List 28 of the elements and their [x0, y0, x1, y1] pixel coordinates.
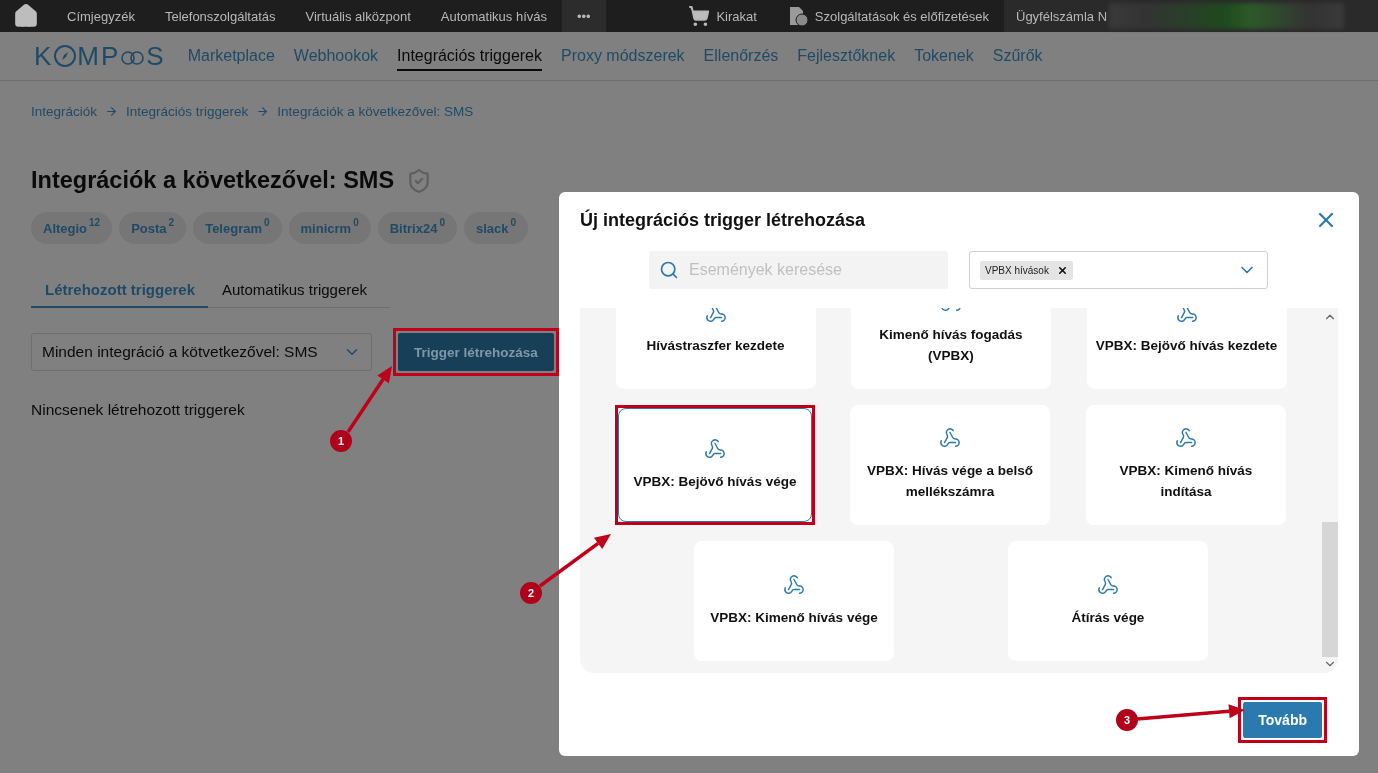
top-menu-item[interactable]: Automatikus hívás — [425, 0, 562, 32]
top-menu-item[interactable]: Szolgáltatások és előfizetések — [771, 0, 1004, 32]
create-trigger-button[interactable]: Trigger létrehozása — [398, 333, 554, 371]
step-badge: 1 — [330, 430, 352, 452]
event-card[interactable]: VPBX: Bejövő hívás kezdete — [1086, 308, 1287, 389]
top-menu-item[interactable]: Telefonszolgáltatás — [149, 0, 291, 32]
top-menu-item[interactable]: Kirakat — [673, 0, 772, 32]
tab[interactable]: Automatikus triggerek — [208, 271, 381, 308]
page-title: Integrációk a következővel: SMS — [31, 167, 395, 194]
step-badge: 2 — [520, 582, 542, 604]
next-button[interactable]: Tovább — [1243, 702, 1322, 738]
top-menu-item[interactable]: Címjegyzék — [52, 0, 150, 32]
event-card[interactable]: Hívástraszfer kezdete — [615, 308, 816, 389]
event-card[interactable]: Átírás vége — [1008, 541, 1208, 661]
event-card[interactable]: VPBX: Bejövő hívás vége — [618, 408, 812, 522]
empty-message: Nincsenek létrehozott triggerek — [31, 401, 246, 419]
top-menu-item[interactable]: ••• — [562, 0, 606, 32]
account-label[interactable]: Ügyfélszámla N — [1016, 8, 1108, 24]
top-menu-item[interactable]: Virtuális alközpont — [290, 0, 426, 32]
category-select[interactable]: VPBX hívások — [969, 251, 1268, 289]
event-card[interactable]: Kimenő hívás fogadás (VPBX) — [851, 308, 1051, 389]
filter-select[interactable]: Minden integráció a kötvetkezővel: SMS — [31, 333, 372, 371]
event-card[interactable]: VPBX: Hívás vége a belső mellékszámra — [850, 405, 1050, 525]
modal-title: Új integrációs trigger létrehozása — [580, 209, 866, 231]
event-card[interactable]: VPBX: Kimenő hívás indítása — [1086, 405, 1286, 525]
event-card[interactable]: VPBX: Kimenő hívás vége — [694, 541, 894, 661]
nav-link[interactable]: Integrációs triggerek — [397, 41, 542, 71]
category-tag: VPBX hívások — [980, 260, 1073, 280]
